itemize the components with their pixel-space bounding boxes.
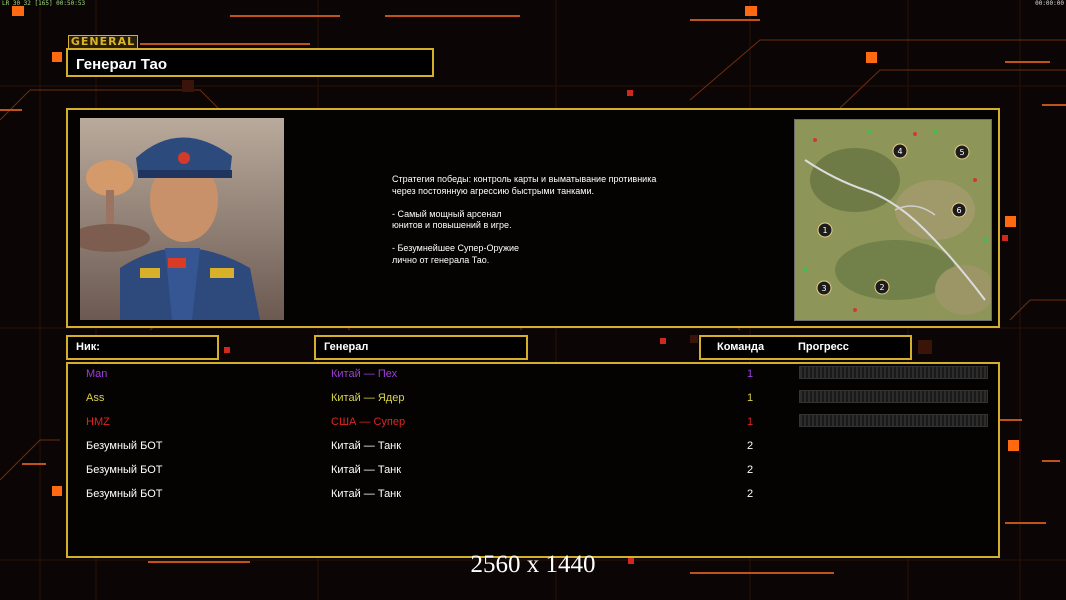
player-row: Ass Китай — Ядер 1: [68, 388, 1002, 412]
general-tag: GENERAL: [68, 35, 138, 49]
player-nick: Безумный БОТ: [86, 464, 163, 476]
player-general: Китай — Танк: [331, 440, 402, 452]
player-row: Man Китай — Пех 1: [68, 364, 1002, 388]
map-slot-4: 4: [897, 147, 902, 156]
player-team: 1: [746, 392, 754, 404]
player-general: Китай — Пех: [331, 368, 398, 380]
players-panel: Man Китай — Пех 1 Ass Китай — Ядер 1 HMZ…: [66, 362, 1000, 558]
player-team: 2: [746, 440, 754, 452]
map-slot-2: 2: [879, 283, 884, 292]
debug-overlay-left: LR 30 32 [165] 00:50:53: [2, 0, 86, 7]
resolution-label: 2560 x 1440: [470, 551, 596, 578]
general-title: Генерал Тао: [66, 48, 434, 77]
player-nick: Man: [86, 368, 108, 380]
portrait-image: [80, 118, 284, 320]
player-nick: Безумный БОТ: [86, 488, 163, 500]
player-progress-bar: [799, 366, 988, 379]
map-slot-6: 6: [956, 206, 961, 215]
column-header-nick: Ник:: [66, 335, 219, 360]
column-header-team: Команда: [717, 341, 765, 353]
player-row: Безумный БОТ Китай — Танк 2: [68, 484, 1002, 508]
general-portrait: [80, 118, 284, 320]
player-general: США — Супер: [331, 416, 406, 428]
column-header-team-progress: Команда Прогресс: [699, 335, 912, 360]
column-header-general: Генерал: [314, 335, 528, 360]
player-general: Китай — Танк: [331, 464, 402, 476]
general-description: Стратегия победы: контроль карты и вымат…: [392, 174, 657, 265]
player-general: Китай — Танк: [331, 488, 402, 500]
player-nick: HMZ: [86, 416, 110, 428]
player-row: HMZ США — Супер 1: [68, 412, 1002, 436]
player-general: Китай — Ядер: [331, 392, 405, 404]
player-team: 1: [746, 416, 754, 428]
player-team: 1: [746, 368, 754, 380]
map-slot-1: 1: [822, 226, 827, 235]
debug-overlay-right: 00:00:00: [1035, 0, 1064, 7]
minimap-preview[interactable]: 1 2 3 4 5 6: [794, 119, 992, 321]
player-nick: Безумный БОТ: [86, 440, 163, 452]
player-progress-bar: [799, 390, 988, 403]
player-row: Безумный БОТ Китай — Танк 2: [68, 436, 1002, 460]
column-header-progress: Прогресс: [798, 341, 849, 353]
map-image: 1 2 3 4 5 6: [795, 120, 991, 320]
map-slot-3: 3: [821, 284, 826, 293]
player-nick: Ass: [86, 392, 105, 404]
map-slot-5: 5: [959, 148, 964, 157]
player-progress-bar: [799, 414, 988, 427]
player-team: 2: [746, 488, 754, 500]
player-team: 2: [746, 464, 754, 476]
player-row: Безумный БОТ Китай — Танк 2: [68, 460, 1002, 484]
